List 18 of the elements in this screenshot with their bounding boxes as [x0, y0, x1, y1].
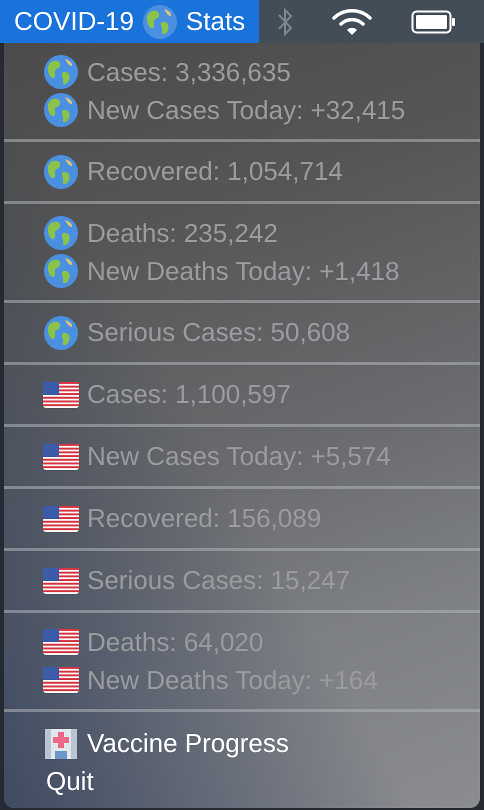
flag-icon [43, 506, 79, 532]
globe-icon [43, 54, 79, 90]
globe-icon [43, 314, 79, 350]
battery-icon[interactable] [411, 10, 458, 34]
globe-icon [43, 215, 79, 251]
globe-icon [43, 253, 79, 289]
flag-icon [43, 382, 79, 408]
flag-icon [43, 568, 79, 594]
flag-icon [43, 444, 79, 470]
globe-icon [142, 4, 178, 40]
wifi-icon[interactable] [331, 6, 374, 36]
menu-item[interactable]: Vaccine Progress [4, 724, 480, 762]
menu-item[interactable]: Quit [4, 762, 480, 800]
globe-icon [43, 92, 79, 128]
flag-icon [43, 629, 79, 655]
menu-bar-app-item[interactable]: COVID-19 Stats [0, 0, 260, 43]
flag-icon [43, 667, 79, 693]
globe-icon [43, 154, 79, 190]
